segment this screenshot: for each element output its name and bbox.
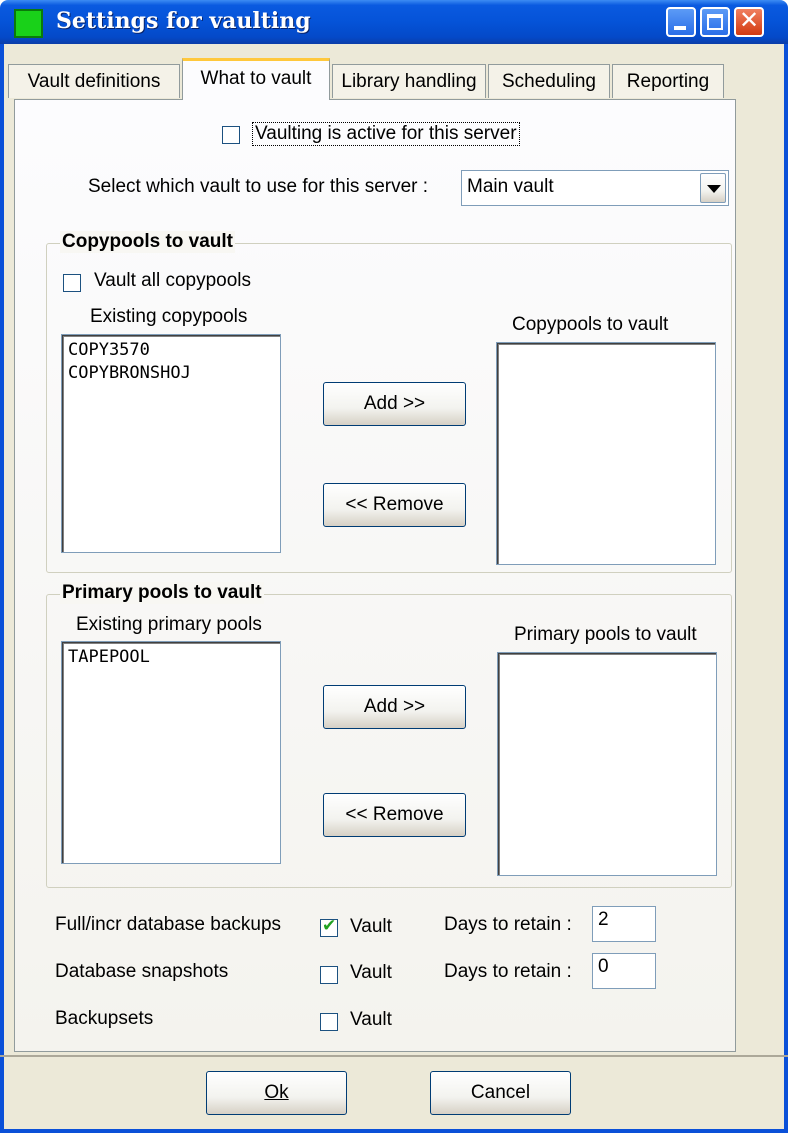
copypools-remove-button[interactable]: << Remove <box>323 483 466 527</box>
tab-library-handling[interactable]: Library handling <box>332 64 486 98</box>
list-item[interactable]: COPYBRONSHOJ <box>68 362 274 385</box>
copypools-group-title: Copypools to vault <box>60 231 235 253</box>
vaulting-active-checkbox[interactable] <box>222 126 240 144</box>
primary-pools-group-title: Primary pools to vault <box>60 582 264 604</box>
close-icon: ✕ <box>738 6 760 34</box>
copypools-to-vault-list[interactable] <box>496 342 716 565</box>
close-button[interactable]: ✕ <box>734 6 764 37</box>
full-incr-backups-label: Full/incr database backups <box>55 914 282 935</box>
app-icon <box>14 9 43 38</box>
footer-divider <box>0 1055 788 1057</box>
existing-copypools-label: Existing copypools <box>90 306 248 327</box>
list-item[interactable]: TAPEPOOL <box>68 646 274 669</box>
window-title: Settings for vaulting <box>56 8 311 34</box>
vaulting-active-label: Vaulting is active for this server <box>252 122 520 146</box>
minimize-icon <box>674 26 686 30</box>
full-incr-days-input[interactable]: 2 <box>592 906 656 942</box>
existing-primary-pools-list[interactable]: TAPEPOOL <box>61 641 281 864</box>
chevron-down-icon <box>707 185 721 193</box>
maximize-icon <box>707 14 723 30</box>
backupsets-label: Backupsets <box>55 1008 154 1029</box>
copypools-add-button[interactable]: Add >> <box>323 382 466 426</box>
tab-vault-definitions[interactable]: Vault definitions <box>8 64 180 98</box>
dropdown-button[interactable] <box>700 173 726 203</box>
snapshots-vault-checkbox[interactable] <box>320 966 338 984</box>
snapshots-days-input[interactable]: 0 <box>592 953 656 989</box>
vault-select-label: Select which vault to use for this serve… <box>88 176 429 197</box>
vault-select-value: Main vault <box>467 176 554 197</box>
list-item[interactable]: COPY3570 <box>68 339 274 362</box>
vault-all-copypools-label: Vault all copypools <box>94 270 252 291</box>
snapshots-vault-label: Vault <box>350 962 392 983</box>
vault-all-copypools-checkbox[interactable] <box>63 274 81 292</box>
primary-add-button[interactable]: Add >> <box>323 685 466 729</box>
tab-what-to-vault[interactable]: What to vault <box>182 58 330 100</box>
cancel-button[interactable]: Cancel <box>430 1071 571 1115</box>
existing-primary-pools-label: Existing primary pools <box>76 614 262 635</box>
tab-reporting[interactable]: Reporting <box>612 64 724 98</box>
ok-button[interactable]: Ok <box>206 1071 347 1115</box>
copypools-to-vault-label: Copypools to vault <box>512 314 669 335</box>
full-incr-vault-label: Vault <box>350 916 392 937</box>
full-incr-vault-checkbox[interactable] <box>320 916 338 937</box>
full-incr-days-label: Days to retain : <box>444 914 572 935</box>
maximize-button[interactable] <box>700 7 730 37</box>
snapshots-days-label: Days to retain : <box>444 961 572 982</box>
backupsets-vault-label: Vault <box>350 1009 392 1030</box>
tab-scheduling[interactable]: Scheduling <box>488 64 610 98</box>
primary-remove-button[interactable]: << Remove <box>323 793 466 837</box>
primary-pools-to-vault-label: Primary pools to vault <box>514 624 697 645</box>
existing-copypools-list[interactable]: COPY3570 COPYBRONSHOJ <box>61 334 281 553</box>
backupsets-vault-checkbox[interactable] <box>320 1013 338 1031</box>
primary-pools-to-vault-list[interactable] <box>497 652 717 876</box>
vault-select-dropdown[interactable]: Main vault <box>461 170 729 206</box>
minimize-button[interactable] <box>666 7 696 37</box>
snapshots-label: Database snapshots <box>55 961 229 982</box>
